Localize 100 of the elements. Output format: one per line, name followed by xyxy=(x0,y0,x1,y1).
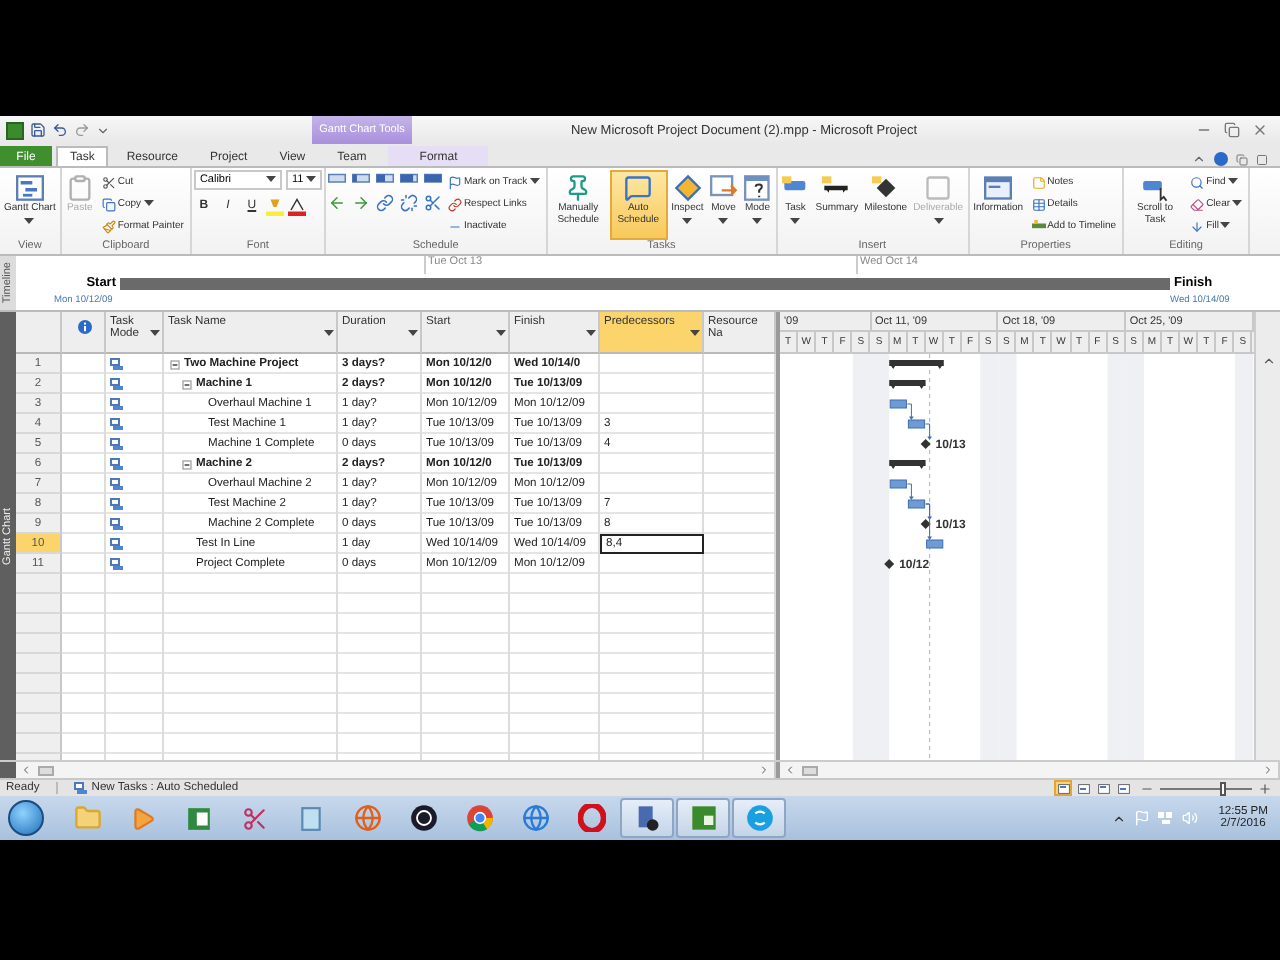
timeline-icon xyxy=(1031,219,1046,233)
auto-schedule-icon xyxy=(110,497,124,511)
save-icon[interactable] xyxy=(30,122,46,138)
caret-icon xyxy=(790,217,801,225)
summary-bar xyxy=(889,460,926,469)
summary-bar xyxy=(889,380,926,389)
task-bar xyxy=(889,399,907,409)
row-header[interactable] xyxy=(16,654,62,674)
clipboard-icon xyxy=(65,174,94,202)
scroll-left-icon[interactable] xyxy=(784,764,796,776)
caret-icon xyxy=(1220,222,1231,230)
caret-icon xyxy=(408,329,418,338)
undo-icon[interactable] xyxy=(52,122,68,138)
progress-bar-icon xyxy=(375,170,394,188)
note-icon xyxy=(1031,175,1046,189)
progress-bar-icon xyxy=(327,170,346,188)
view-button[interactable] xyxy=(1114,780,1132,796)
notepad-icon xyxy=(298,805,324,831)
close-icon[interactable] xyxy=(1252,122,1268,138)
network-icon[interactable] xyxy=(1158,810,1175,826)
caret-icon xyxy=(752,217,763,225)
scroll-right-icon[interactable] xyxy=(1262,764,1274,776)
milestone-diamond xyxy=(884,559,895,569)
unlink-icon xyxy=(399,194,418,212)
zoom-in-icon[interactable] xyxy=(1258,781,1272,795)
restore-icon[interactable] xyxy=(1236,153,1248,165)
globe-icon xyxy=(353,804,381,832)
paintbrush-icon xyxy=(101,219,116,233)
scissors-icon xyxy=(242,805,268,831)
scroll-left-icon[interactable] xyxy=(20,764,32,776)
caret-icon xyxy=(24,217,35,225)
tray-expand-icon[interactable] xyxy=(1112,811,1127,825)
zoom-thumb[interactable] xyxy=(1220,781,1227,795)
round-logo-icon xyxy=(409,804,437,832)
caret-icon xyxy=(529,178,540,186)
view-button[interactable] xyxy=(1074,780,1092,796)
task-bar xyxy=(907,419,926,429)
caret-icon xyxy=(305,176,316,184)
scroll-up-icon[interactable] xyxy=(1261,354,1275,368)
caret-icon xyxy=(690,329,700,338)
gantt-chart-icon xyxy=(15,174,44,202)
caret-icon xyxy=(682,217,693,225)
taskbar-button[interactable] xyxy=(620,798,674,838)
row-header[interactable] xyxy=(16,714,62,734)
restore-icon[interactable] xyxy=(1224,122,1240,138)
flag-icon[interactable] xyxy=(1134,810,1151,826)
row-header[interactable] xyxy=(16,634,62,654)
task-bar xyxy=(907,499,926,509)
milestone-diamond xyxy=(920,439,931,449)
info-icon xyxy=(77,320,91,334)
row-header[interactable] xyxy=(16,694,62,714)
scroll-right-icon[interactable] xyxy=(758,764,770,776)
speaker-icon[interactable] xyxy=(1182,810,1199,826)
start-button[interactable] xyxy=(8,800,44,836)
auto-schedule-icon xyxy=(110,557,124,571)
column-header[interactable] xyxy=(62,312,106,354)
pin-icon xyxy=(564,174,593,202)
row-header[interactable] xyxy=(16,614,62,634)
collapse-icon[interactable] xyxy=(182,459,192,469)
row-header[interactable] xyxy=(16,734,62,754)
app-icon xyxy=(689,804,717,832)
caret-icon xyxy=(150,329,160,338)
scissors-icon xyxy=(101,175,116,189)
app-logo-icon xyxy=(6,121,24,139)
caret-icon xyxy=(143,200,154,208)
redo-icon[interactable] xyxy=(74,122,90,138)
view-icon xyxy=(1097,783,1109,793)
help-icon[interactable] xyxy=(1214,152,1228,166)
link-icon xyxy=(375,194,394,212)
caret-icon xyxy=(1232,200,1243,208)
auto-schedule-icon xyxy=(110,417,124,431)
caret-icon xyxy=(1227,178,1238,186)
scroll-thumb[interactable] xyxy=(802,765,818,775)
auto-schedule-icon xyxy=(110,377,124,391)
progress-bar-icon xyxy=(351,170,370,188)
auto-schedule-icon xyxy=(73,781,88,795)
highlighter-icon xyxy=(265,197,284,215)
square-icon[interactable] xyxy=(1256,153,1268,165)
round-logo-icon xyxy=(465,804,493,832)
row-header[interactable] xyxy=(16,594,62,614)
collapse-icon[interactable] xyxy=(182,379,192,389)
row-header[interactable] xyxy=(16,574,62,594)
task-bar xyxy=(926,539,944,549)
folder-icon xyxy=(73,804,101,832)
auto-schedule-icon xyxy=(110,517,124,531)
copy-icon xyxy=(101,197,116,211)
scroll-thumb[interactable] xyxy=(38,765,54,775)
auto-schedule-icon xyxy=(110,457,124,471)
view-button[interactable] xyxy=(1054,780,1072,796)
row-header[interactable] xyxy=(16,674,62,694)
box-icon xyxy=(924,174,953,202)
auto-schedule-icon xyxy=(110,437,124,451)
view-icon xyxy=(1057,783,1069,793)
calendar-question-icon xyxy=(743,174,772,202)
progress-bar-icon xyxy=(423,170,442,188)
collapse-icon[interactable] xyxy=(170,359,180,369)
customize-icon[interactable] xyxy=(96,123,110,137)
view-button[interactable] xyxy=(1094,780,1112,796)
collapse-ribbon-icon[interactable] xyxy=(1192,152,1206,166)
round-logo-icon xyxy=(745,804,773,832)
